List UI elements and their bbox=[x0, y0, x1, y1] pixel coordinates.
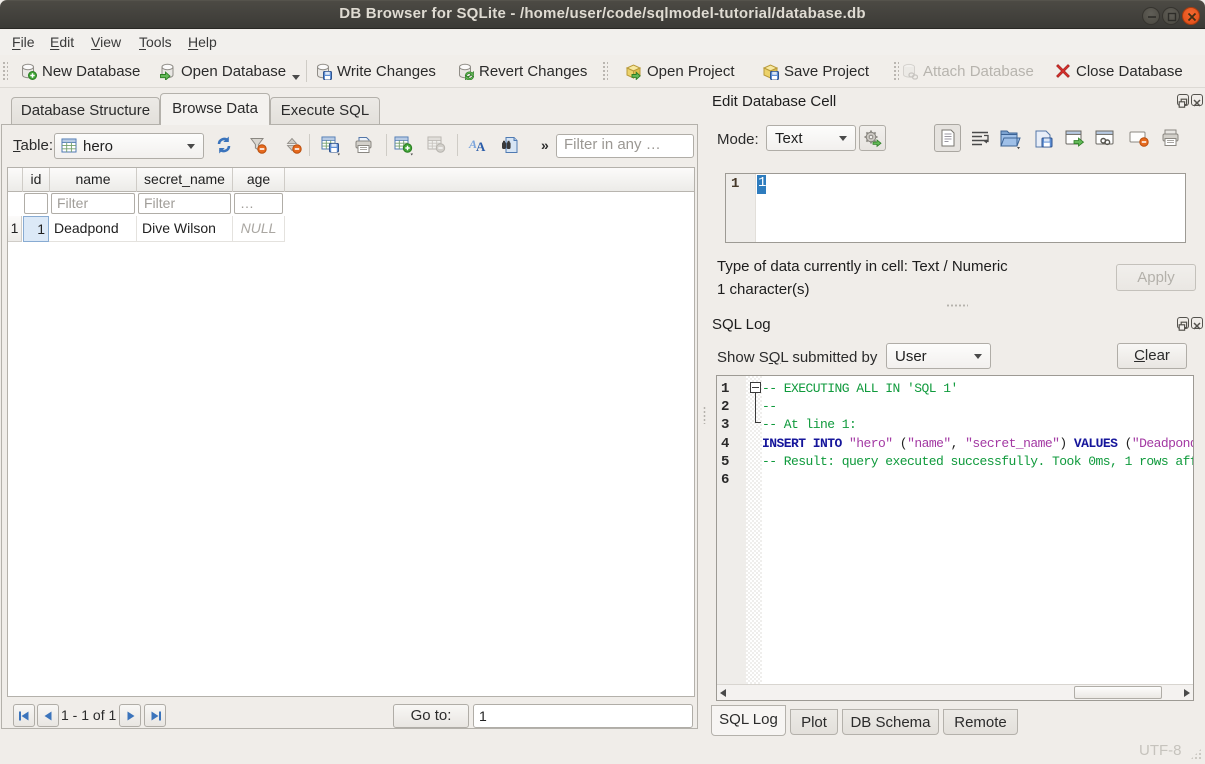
svg-text:A: A bbox=[476, 139, 486, 154]
